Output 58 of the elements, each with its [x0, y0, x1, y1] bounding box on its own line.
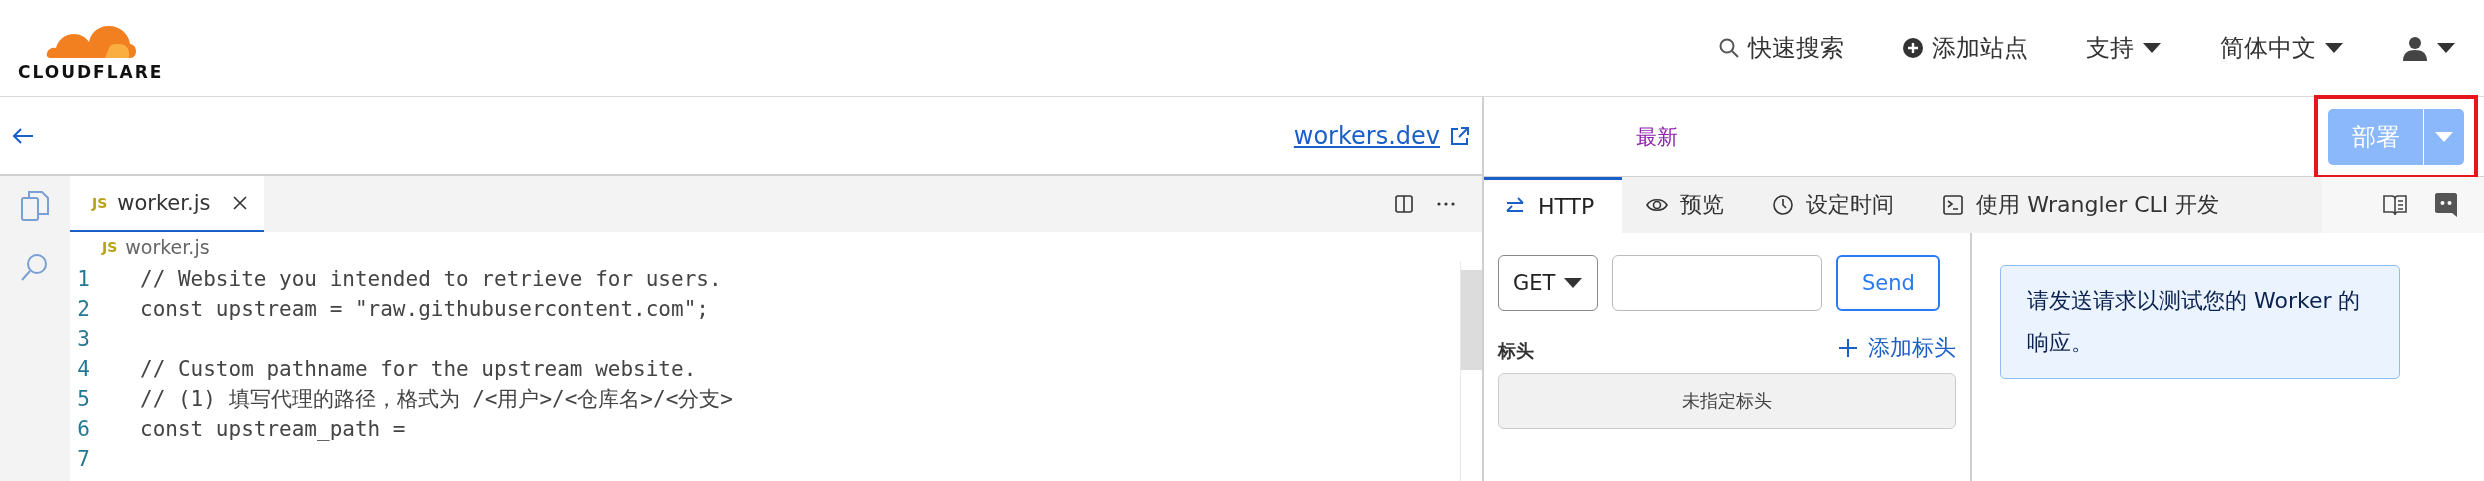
response-placeholder-message: 请发送请求以测试您的 Worker 的响应。 [2000, 265, 2400, 379]
breadcrumb: worker.js [125, 236, 210, 258]
version-label: 最新 [1636, 123, 1678, 151]
nav-link[interactable]: 简体中文 [2220, 32, 2344, 64]
file-tab[interactable]: JS worker.js [70, 176, 265, 232]
back-arrow-icon [12, 126, 34, 145]
line-number: 6 [76, 417, 91, 441]
code-line: // (1) 填写代理的路径，格式为 /<用户>/<仓库名>/<分支> [140, 386, 733, 413]
line-number: 2 [76, 297, 91, 321]
scrollbar[interactable] [1460, 262, 1482, 481]
add-header-link[interactable]: 添加标头 [1838, 333, 1956, 363]
caret-icon [2436, 42, 2456, 54]
book-icon [2382, 194, 2408, 216]
plus-circle-icon [1902, 37, 1924, 59]
nav-link[interactable]: 添加站点 [1902, 32, 2028, 64]
close-icon [232, 195, 249, 211]
line-number: 5 [76, 387, 91, 411]
clock-icon [1772, 194, 1795, 216]
line-number: 1 [76, 267, 91, 291]
split-editor-icon [1394, 194, 1414, 214]
caret-icon [2324, 42, 2344, 54]
workers-dev-link[interactable]: workers.dev [1293, 121, 1440, 150]
user-icon [2402, 35, 2428, 61]
preview-tab[interactable]: 设定时间 [1748, 177, 1919, 233]
file-type-label: JS [92, 195, 108, 211]
files-icon [20, 190, 50, 222]
logo-text: CLOUDFLARE [18, 62, 164, 82]
code-line: // Custom pathname for the upstream website. [140, 357, 697, 381]
caret-icon [1563, 277, 1584, 289]
preview-tab[interactable]: HTTP [1484, 177, 1623, 233]
nav-link[interactable]: 支持 [2086, 32, 2162, 64]
more-icon [1436, 201, 1456, 207]
code-line: const upstream_path = [140, 417, 406, 441]
code-line: const upstream = "raw.githubusercontent.com"; [140, 297, 709, 321]
user-menu[interactable] [2402, 35, 2456, 61]
search-icon [20, 252, 50, 282]
caret-icon [2142, 42, 2162, 54]
preview-tab[interactable]: 使用 Wrangler CLI 开发 [1918, 177, 2244, 233]
method-dropdown[interactable]: GET [1498, 255, 1599, 311]
terminal-icon [1942, 194, 1965, 216]
plus-icon [1838, 338, 1858, 358]
send-button[interactable]: Send [1836, 255, 1941, 311]
file-type-label: JS [102, 239, 118, 255]
caret-icon [2434, 130, 2454, 143]
search-icon [1718, 37, 1740, 59]
code-line: // Website you intended to retrieve for users. [140, 267, 722, 291]
external-link-icon [1450, 125, 1470, 146]
empty-headers-message: 未指定标头 [1498, 373, 1956, 429]
line-number: 7 [76, 447, 91, 471]
url-input-field[interactable] [1612, 255, 1823, 311]
headers-label: 标头 [1498, 339, 1534, 363]
preview-tab[interactable]: 预览 [1622, 177, 1749, 233]
nav-link[interactable]: 快速搜索 [1718, 32, 1844, 64]
scroll-thumb[interactable] [1461, 270, 1482, 370]
tab-label: worker.js [117, 191, 211, 215]
line-number: 3 [76, 327, 91, 351]
line-number: 4 [76, 357, 91, 381]
chat-icon [2434, 192, 2458, 218]
